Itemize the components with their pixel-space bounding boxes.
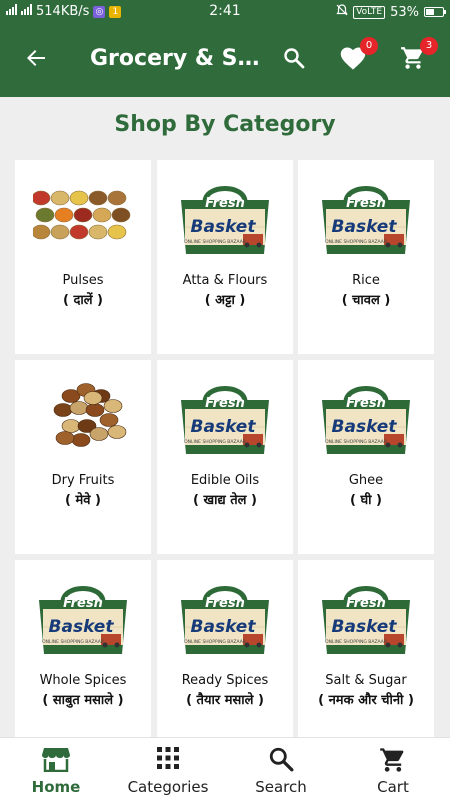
logo-fresh-text: Fresh	[205, 396, 245, 411]
logo-basket-text: Basket	[191, 617, 257, 637]
category-hindi-name: ( घी )	[350, 493, 382, 508]
category-card[interactable]: Fresh Basket ONLINE SHOPPING BAZAAR Whole S…	[15, 560, 151, 740]
search-icon	[282, 46, 306, 74]
logo-fresh-text: Fresh	[205, 596, 245, 611]
category-hindi-name: ( दालें )	[62, 293, 104, 308]
back-button[interactable]	[20, 44, 52, 76]
battery-icon	[424, 7, 446, 17]
search-icon	[225, 746, 337, 772]
category-hindi-name: ( मेवे )	[65, 493, 101, 508]
logo-fresh-text: Fresh	[205, 196, 245, 211]
fresh-basket-logo: Fresh Basket ONLINE SHOPPING BAZAAR	[316, 178, 416, 258]
category-card[interactable]: Fresh Basket ONLINE SHOPPING BAZAAR Rice ( च…	[298, 160, 434, 354]
status-bar: 514KB/s ◎ 1 2:41 VoLTE 53%	[0, 0, 450, 24]
category-card[interactable]: Fresh Basket ONLINE SHOPPING BAZAAR Salt & …	[298, 560, 434, 740]
fresh-basket-logo: Fresh Basket ONLINE SHOPPING BAZAAR	[316, 378, 416, 458]
logo-fresh-text: Fresh	[346, 596, 386, 611]
logo-tagline-text: ONLINE SHOPPING BAZAAR	[325, 439, 387, 445]
fresh-basket-logo: Fresh Basket ONLINE SHOPPING BAZAAR	[175, 378, 275, 458]
section-title: Shop By Category	[114, 112, 336, 137]
grid-icon	[112, 746, 224, 772]
logo-basket-text: Basket	[332, 617, 398, 637]
cart-icon	[337, 746, 449, 772]
logo-basket-text: Basket	[191, 417, 257, 437]
category-hindi-name: ( नमक और चीनी )	[318, 693, 414, 708]
category-name: Salt & Sugar	[325, 673, 407, 688]
nav-categories-label: Categories	[127, 778, 209, 796]
fresh-basket-logo: Fresh Basket ONLINE SHOPPING BAZAAR	[175, 578, 275, 658]
logo-tagline-text: ONLINE SHOPPING BAZAAR	[325, 639, 387, 645]
category-name: Rice	[352, 273, 380, 288]
category-card[interactable]: Fresh Basket ONLINE SHOPPING BAZAAR Ghee ( घ…	[298, 360, 434, 554]
category-card[interactable]: Pulses ( दालें )	[15, 160, 151, 354]
category-card[interactable]: Dry Fruits ( मेवे )	[15, 360, 151, 554]
nav-home-label: Home	[31, 778, 81, 796]
logo-basket-text: Basket	[191, 217, 257, 237]
category-name: Ghee	[348, 473, 384, 488]
bottom-nav: Home Categories Search Cart	[0, 737, 450, 800]
fresh-basket-logo: Fresh Basket ONLINE SHOPPING BAZAAR	[33, 578, 133, 658]
cart-count-badge: 3	[420, 37, 438, 55]
category-card[interactable]: Fresh Basket ONLINE SHOPPING BAZAAR Ready S…	[157, 560, 293, 740]
nav-search-label: Search	[255, 778, 307, 796]
logo-basket-text: Basket	[332, 417, 398, 437]
category-name: Ready Spices	[181, 673, 269, 688]
logo-basket-text: Basket	[49, 617, 115, 637]
logo-basket-text: Basket	[332, 217, 398, 237]
wishlist-count-badge: 0	[360, 37, 378, 55]
alarm-off-icon	[336, 4, 348, 20]
category-name: Edible Oils	[190, 473, 260, 488]
category-hindi-name: ( अट्टा )	[204, 293, 246, 308]
page-title: Grocery & Staples	[90, 46, 265, 71]
arrow-left-icon	[24, 46, 48, 74]
logo-fresh-text: Fresh	[63, 596, 103, 611]
category-hindi-name: ( तैयार मसाले )	[186, 693, 264, 708]
category-card[interactable]: Fresh Basket ONLINE SHOPPING BAZAAR Edible …	[157, 360, 293, 554]
store-icon	[0, 746, 112, 772]
status-right: VoLTE 53%	[336, 4, 446, 20]
volte-badge: VoLTE	[353, 5, 386, 19]
nav-search[interactable]: Search	[225, 738, 337, 800]
logo-tagline-text: ONLINE SHOPPING BAZAAR	[325, 239, 387, 245]
category-name: Atta & Flours	[182, 273, 268, 288]
wishlist-button[interactable]: 0	[336, 37, 378, 76]
category-name: Dry Fruits	[51, 473, 115, 488]
battery-percent: 53%	[390, 4, 419, 20]
category-hindi-name: ( खाद्य तेल )	[193, 493, 257, 508]
category-name: Pulses	[62, 273, 104, 288]
nav-cart-label: Cart	[377, 778, 409, 796]
fresh-basket-logo: Fresh Basket ONLINE SHOPPING BAZAAR	[316, 578, 416, 658]
category-hindi-name: ( साबुत मसाले )	[42, 693, 124, 708]
logo-fresh-text: Fresh	[346, 396, 386, 411]
logo-tagline-text: ONLINE SHOPPING BAZAAR	[184, 439, 246, 445]
category-name: Whole Spices	[39, 673, 127, 688]
nav-home[interactable]: Home	[0, 738, 112, 800]
dry-fruits-image	[33, 378, 133, 458]
fresh-basket-logo: Fresh Basket ONLINE SHOPPING BAZAAR	[175, 178, 275, 258]
pulses-image	[33, 178, 133, 258]
nav-categories[interactable]: Categories	[112, 738, 224, 800]
logo-fresh-text: Fresh	[346, 196, 386, 211]
category-hindi-name: ( चावल )	[341, 293, 391, 308]
category-card[interactable]: Fresh Basket ONLINE SHOPPING BAZAAR Atta & …	[157, 160, 293, 354]
nav-cart[interactable]: Cart	[337, 738, 449, 800]
logo-tagline-text: ONLINE SHOPPING BAZAAR	[42, 639, 104, 645]
logo-tagline-text: ONLINE SHOPPING BAZAAR	[184, 639, 246, 645]
cart-button[interactable]: 3	[396, 37, 438, 76]
search-button[interactable]	[278, 44, 310, 76]
category-grid: Pulses ( दालें ) Fresh Basket ONLINE SHOPPIN…	[15, 160, 435, 740]
app-bar: Grocery & Staples 0 3	[0, 24, 450, 97]
logo-tagline-text: ONLINE SHOPPING BAZAAR	[184, 239, 246, 245]
